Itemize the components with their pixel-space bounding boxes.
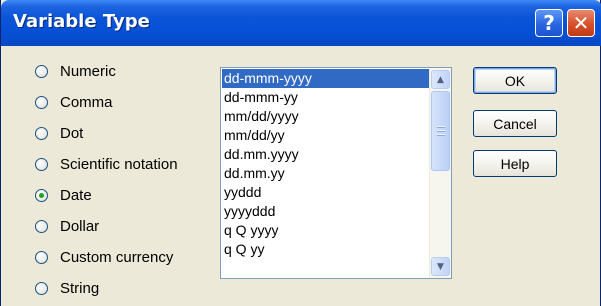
list-item[interactable]: q Q yyyy [222, 221, 429, 240]
grip-line [437, 130, 445, 132]
radio-dollar[interactable]: Dollar [35, 215, 205, 237]
grip-line [437, 126, 445, 128]
radio-button-icon[interactable] [35, 64, 48, 78]
list-item[interactable]: dd-mmm-yyyy [222, 69, 429, 88]
radio-button-icon[interactable] [35, 281, 48, 295]
list-item[interactable]: mm/dd/yyyy [222, 107, 429, 126]
radio-label: Date [60, 186, 92, 204]
radio-comma[interactable]: Comma [35, 91, 205, 113]
radio-button-selected-icon[interactable] [35, 188, 48, 202]
radio-date[interactable]: Date [35, 184, 205, 206]
list-item[interactable]: dd-mmm-yy [222, 88, 429, 107]
close-button[interactable]: ✕ [567, 9, 595, 37]
help-title-button[interactable]: ? [535, 9, 563, 37]
radio-button-icon[interactable] [35, 95, 48, 109]
list-item[interactable]: mm/dd/yy [222, 126, 429, 145]
date-format-list: dd-mmm-yyyy dd-mmm-yy mm/dd/yyyy mm/dd/y… [222, 69, 429, 259]
chevron-up-icon: ▲ [437, 74, 444, 85]
question-mark-icon: ? [543, 11, 555, 35]
list-item[interactable]: q Q yy [222, 240, 429, 259]
title-bar[interactable]: Variable Type ? ✕ [1, 0, 601, 46]
help-button[interactable]: Help [473, 150, 557, 177]
list-item[interactable]: dd.mm.yy [222, 164, 429, 183]
list-item[interactable]: yyddd [222, 183, 429, 202]
radio-dot[interactable]: Dot [35, 122, 205, 144]
scroll-down-button[interactable]: ▼ [431, 257, 450, 276]
radio-string[interactable]: String [35, 277, 205, 299]
radio-label: Custom currency [60, 248, 174, 266]
radio-label: Dollar [60, 217, 100, 235]
vertical-scrollbar[interactable]: ▲ ▼ [429, 68, 451, 278]
radio-button-icon[interactable] [35, 250, 48, 264]
radio-button-icon[interactable] [35, 157, 48, 171]
radio-label: Numeric [60, 62, 116, 80]
radio-scientific-notation[interactable]: Scientific notation [35, 153, 205, 175]
list-item[interactable]: yyyyddd [222, 202, 429, 221]
radio-label: String [60, 279, 100, 297]
cancel-button[interactable]: Cancel [473, 110, 557, 137]
close-icon: ✕ [572, 11, 590, 35]
scroll-up-button[interactable]: ▲ [431, 70, 450, 89]
radio-label: Dot [60, 124, 84, 142]
radio-label: Comma [60, 93, 113, 111]
grip-line [437, 134, 445, 136]
variable-type-dialog: Variable Type ? ✕ Numeric Comma Dot Scie… [0, 0, 601, 306]
chevron-down-icon: ▼ [437, 261, 444, 272]
scroll-thumb[interactable] [431, 91, 450, 171]
radio-numeric[interactable]: Numeric [35, 60, 205, 82]
radio-dot [39, 192, 44, 198]
window-title: Variable Type [13, 11, 150, 32]
ok-button[interactable]: OK [473, 67, 557, 94]
date-format-listbox[interactable]: dd-mmm-yyyy dd-mmm-yy mm/dd/yyyy mm/dd/y… [220, 67, 452, 279]
radio-custom-currency[interactable]: Custom currency [35, 246, 205, 268]
radio-button-icon[interactable] [35, 126, 48, 140]
list-item[interactable]: dd.mm.yyyy [222, 145, 429, 164]
radio-label: Scientific notation [60, 155, 178, 173]
radio-button-icon[interactable] [35, 219, 48, 233]
